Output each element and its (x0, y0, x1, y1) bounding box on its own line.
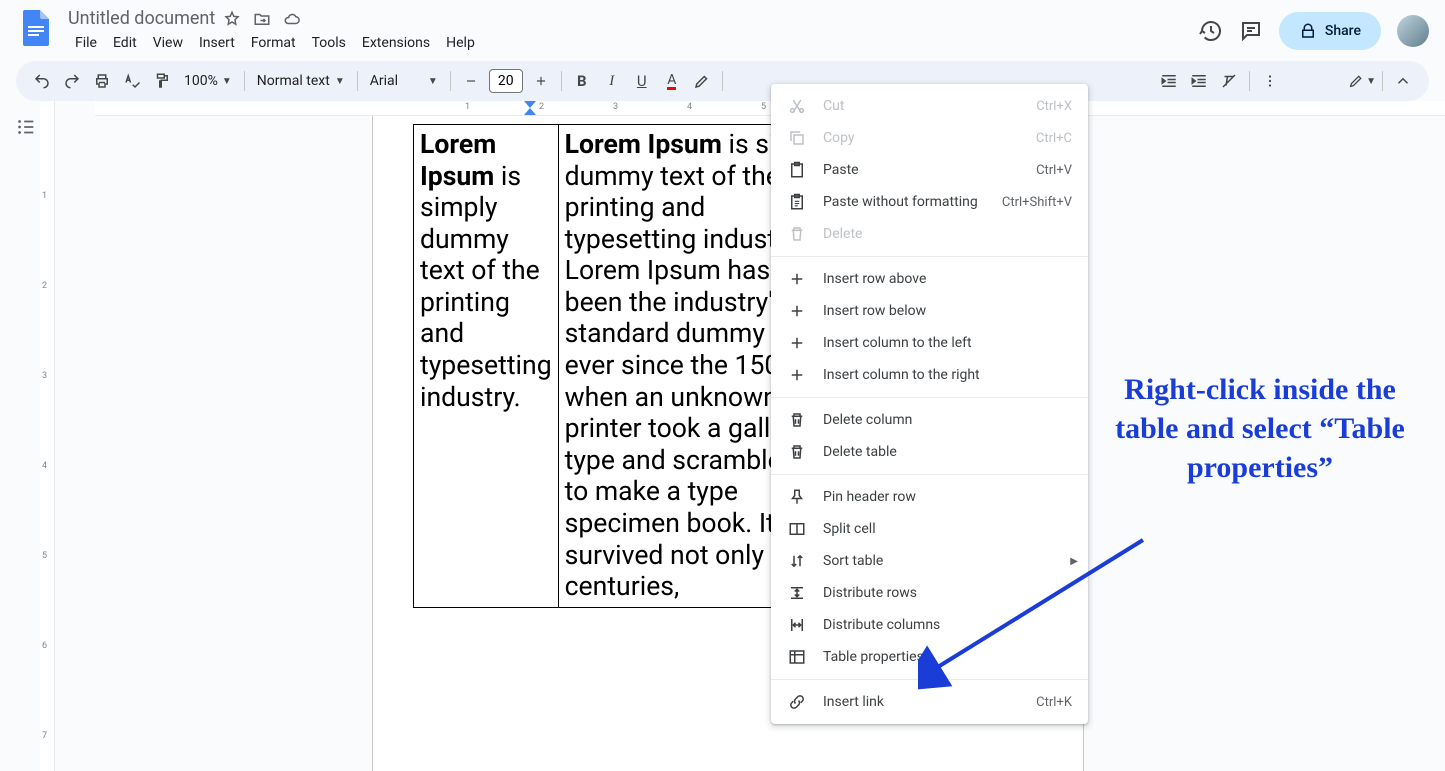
bold-icon[interactable]: B (568, 67, 596, 95)
user-avatar[interactable] (1397, 15, 1429, 47)
copy-icon (787, 129, 807, 147)
editing-mode-icon[interactable]: ▼ (1348, 67, 1376, 95)
star-icon[interactable] (223, 10, 241, 28)
cloud-icon[interactable] (283, 10, 301, 28)
sort-icon (787, 552, 807, 570)
history-icon[interactable] (1199, 19, 1223, 43)
ctx-paste[interactable]: PasteCtrl+V (771, 154, 1088, 186)
ctx-insert-column-to-the-left[interactable]: Insert column to the left (771, 327, 1088, 359)
ctx-sort-table[interactable]: Sort table▶ (771, 545, 1088, 577)
annotation-text: Right-click inside the table and select … (1095, 370, 1425, 487)
menu-format[interactable]: Format (244, 31, 303, 55)
ctx-delete-table[interactable]: Delete table (771, 436, 1088, 468)
ctx-pin-header-row[interactable]: Pin header row (771, 481, 1088, 513)
spellcheck-icon[interactable] (118, 67, 146, 95)
ctx-insert-row-below[interactable]: Insert row below (771, 295, 1088, 327)
ctx-cut: CutCtrl+X (771, 90, 1088, 122)
app-header: Untitled document File Edit View Insert … (0, 0, 1445, 61)
link-icon (787, 693, 807, 711)
highlight-icon[interactable] (688, 67, 716, 95)
dist-rows-icon (787, 584, 807, 602)
menu-view[interactable]: View (146, 31, 190, 55)
table-props-icon (787, 648, 807, 666)
paste-icon (787, 161, 807, 179)
ctx-distribute-rows[interactable]: Distribute rows (771, 577, 1088, 609)
text-color-icon[interactable]: A (658, 67, 686, 95)
share-label: Share (1325, 23, 1361, 39)
menubar: File Edit View Insert Format Tools Exten… (64, 29, 1191, 61)
docs-logo[interactable] (16, 8, 56, 48)
print-icon[interactable] (88, 67, 116, 95)
horizontal-ruler: 1 2 3 4 5 6 7 (95, 101, 1445, 116)
font-size-decrease[interactable] (457, 67, 485, 95)
ctx-insert-row-above[interactable]: Insert row above (771, 263, 1088, 295)
outline-icon[interactable] (8, 109, 44, 145)
indent-increase-icon[interactable] (1185, 67, 1213, 95)
font-size-increase[interactable] (527, 67, 555, 95)
clear-format-icon[interactable] (1215, 67, 1243, 95)
share-button[interactable]: Share (1279, 12, 1381, 50)
menu-help[interactable]: Help (439, 31, 482, 55)
ctx-paste-without-formatting[interactable]: Paste without formattingCtrl+Shift+V (771, 186, 1088, 218)
style-select[interactable]: Normal text▼ (251, 73, 351, 89)
menu-insert[interactable]: Insert (192, 31, 242, 55)
table-cell: Lorem Ipsum is simply dummy text of the … (414, 125, 559, 608)
menu-extensions[interactable]: Extensions (355, 31, 437, 55)
chevron-right-icon: ▶ (1070, 556, 1078, 567)
italic-icon[interactable]: I (598, 67, 626, 95)
underline-icon[interactable]: U (628, 67, 656, 95)
split-icon (787, 520, 807, 538)
pin-icon (787, 488, 807, 506)
move-icon[interactable] (253, 10, 271, 28)
menu-file[interactable]: File (68, 31, 104, 55)
document-title[interactable]: Untitled document (68, 8, 215, 29)
ctx-delete: Delete (771, 218, 1088, 250)
zoom-select[interactable]: 100%▼ (178, 73, 238, 89)
font-select[interactable]: Arial▼ (364, 73, 444, 89)
trash-icon (787, 443, 807, 461)
ctx-table-properties[interactable]: Table properties (771, 641, 1088, 673)
menu-edit[interactable]: Edit (106, 31, 144, 55)
ctx-insert-link[interactable]: Insert linkCtrl+K (771, 686, 1088, 718)
ctx-distribute-columns[interactable]: Distribute columns (771, 609, 1088, 641)
delete-icon (787, 225, 807, 243)
ctx-insert-column-to-the-right[interactable]: Insert column to the right (771, 359, 1088, 391)
plus-icon (787, 366, 807, 384)
comments-icon[interactable] (1239, 19, 1263, 43)
menu-tools[interactable]: Tools (305, 31, 353, 55)
collapse-icon[interactable] (1389, 67, 1417, 95)
toolbar: 100%▼ Normal text▼ Arial▼ B I U A (16, 61, 1429, 101)
indent-decrease-icon[interactable] (1155, 67, 1183, 95)
ctx-copy: CopyCtrl+C (771, 122, 1088, 154)
paint-format-icon[interactable] (148, 67, 176, 95)
redo-icon[interactable] (58, 67, 86, 95)
dist-cols-icon (787, 616, 807, 634)
more-icon[interactable] (1256, 67, 1284, 95)
ctx-split-cell[interactable]: Split cell (771, 513, 1088, 545)
undo-icon[interactable] (28, 67, 56, 95)
cut-icon (787, 97, 807, 115)
plus-icon (787, 270, 807, 288)
context-menu: CutCtrl+XCopyCtrl+CPasteCtrl+VPaste with… (771, 84, 1088, 724)
paste-plain-icon (787, 193, 807, 211)
trash-icon (787, 411, 807, 429)
font-size-input[interactable] (489, 69, 523, 93)
ctx-delete-column[interactable]: Delete column (771, 404, 1088, 436)
plus-icon (787, 302, 807, 320)
plus-icon (787, 334, 807, 352)
